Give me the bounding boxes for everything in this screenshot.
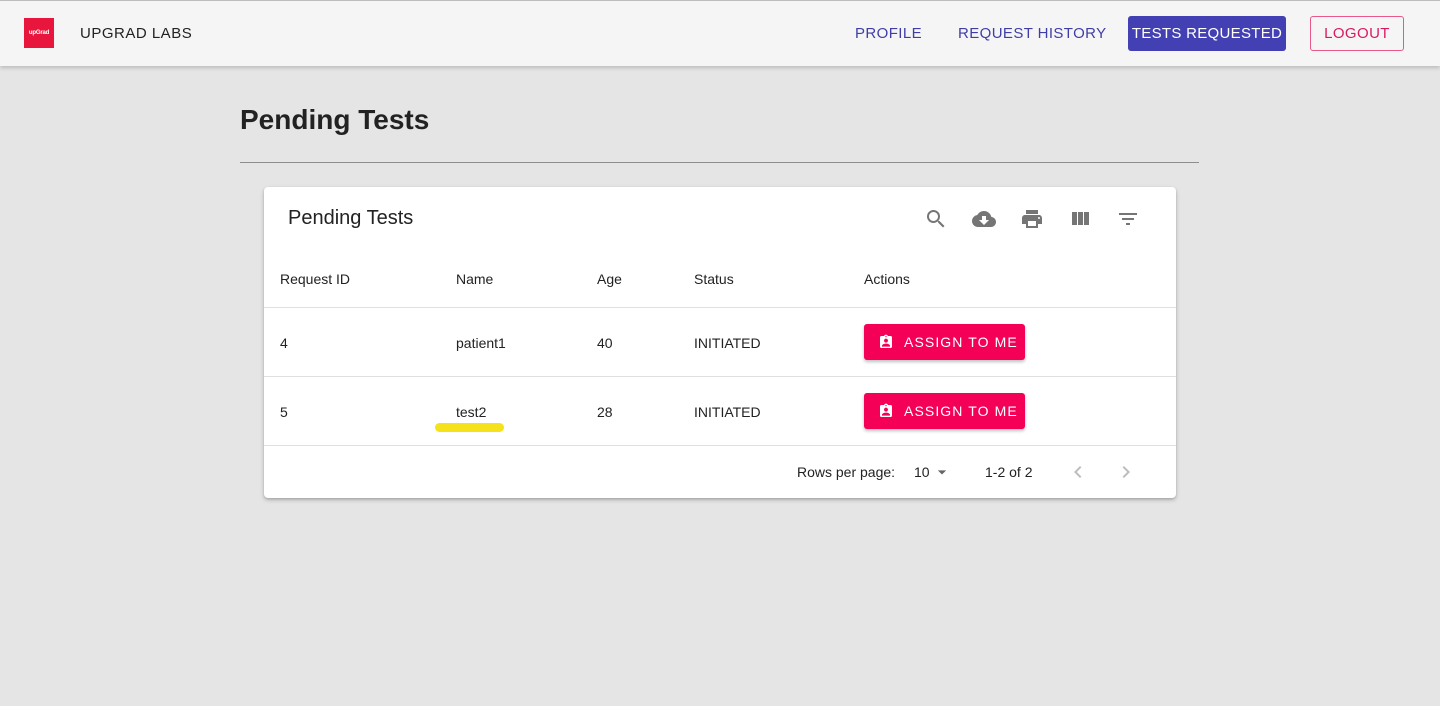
rows-per-page-select[interactable]: 10 (914, 462, 952, 482)
assignment-ind-icon (880, 334, 892, 348)
cloud-download-icon[interactable] (972, 207, 996, 231)
filter-list-icon[interactable] (1116, 207, 1140, 231)
nav-request-history-link[interactable]: REQUEST HISTORY (958, 25, 1107, 42)
pending-tests-table: Pending Tests Request ID Name Age Status… (264, 187, 1176, 498)
row-divider (264, 445, 1176, 446)
column-header-actions: Actions (864, 271, 910, 287)
print-icon[interactable] (1020, 207, 1044, 231)
cell-name: test2 (456, 404, 487, 420)
table-title: Pending Tests (288, 207, 414, 229)
pagination-range: 1-2 of 2 (985, 464, 1033, 480)
title-divider (240, 162, 1199, 163)
column-header-status[interactable]: Status (694, 271, 734, 287)
brand-title: UPGRAD LABS (80, 25, 193, 42)
cell-status: INITIATED (694, 335, 761, 351)
yellow-highlight-annotation (435, 423, 504, 432)
column-header-name[interactable]: Name (456, 271, 493, 287)
logout-button[interactable]: LOGOUT (1310, 16, 1404, 51)
view-column-icon[interactable] (1068, 207, 1092, 231)
cell-age: 28 (597, 404, 613, 420)
assign-to-me-button[interactable]: ASSIGN TO ME (864, 324, 1025, 360)
cell-request-id: 4 (280, 335, 288, 351)
arrow-drop-down-icon (937, 470, 946, 475)
assign-button-label: ASSIGN TO ME (904, 334, 1018, 350)
cell-request-id: 5 (280, 404, 288, 420)
previous-page-icon[interactable] (1066, 460, 1090, 484)
assignment-ind-icon (880, 403, 892, 417)
cell-name: patient1 (456, 335, 506, 351)
rows-per-page-value: 10 (914, 464, 930, 480)
cell-age: 40 (597, 335, 613, 351)
row-divider (264, 376, 1176, 377)
upgrad-logo[interactable]: upGrad (24, 18, 54, 48)
app-bar: upGrad UPGRAD LABS PROFILE REQUEST HISTO… (0, 0, 1440, 66)
assign-button-label: ASSIGN TO ME (904, 403, 1018, 419)
rows-per-page-label: Rows per page: (797, 464, 896, 480)
header-divider (264, 307, 1176, 308)
column-header-request-id[interactable]: Request ID (280, 271, 350, 287)
assign-to-me-button[interactable]: ASSIGN TO ME (864, 393, 1025, 429)
search-icon[interactable] (924, 207, 948, 231)
column-header-age[interactable]: Age (597, 271, 622, 287)
page-title: Pending Tests (240, 104, 430, 135)
next-page-icon[interactable] (1114, 460, 1138, 484)
nav-profile-link[interactable]: PROFILE (855, 25, 922, 42)
cell-status: INITIATED (694, 404, 761, 420)
nav-tests-requested-button[interactable]: TESTS REQUESTED (1128, 16, 1286, 51)
